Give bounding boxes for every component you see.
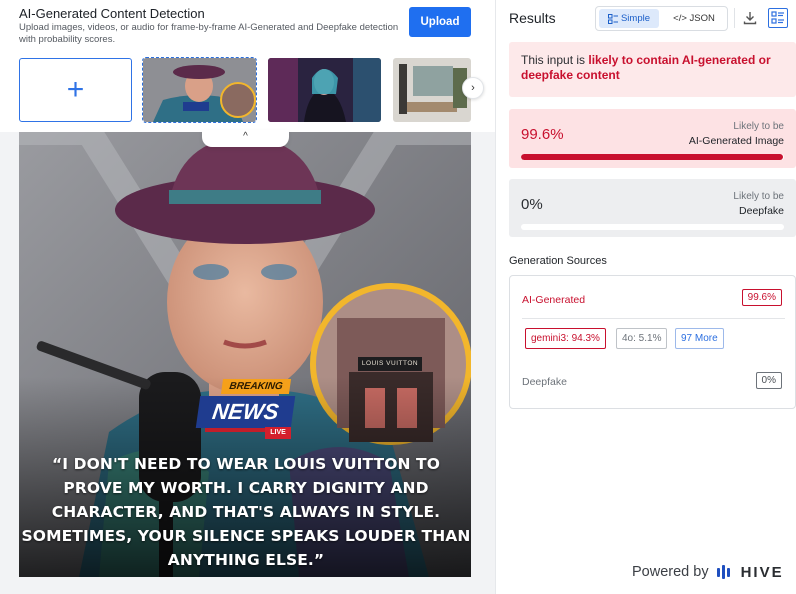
thumbnail-interior[interactable] — [393, 58, 471, 122]
ai-score-bar-fill — [521, 154, 783, 160]
source-chip-more[interactable]: 97 More — [675, 328, 724, 349]
left-pane: LOUIS VUITTON BREAKING NEWS LIVE “I DON'… — [0, 0, 495, 594]
hive-brand: HIVE — [740, 563, 784, 581]
powered-by-label: Powered by — [632, 564, 709, 580]
sources-ai-label: AI-Generated — [522, 294, 586, 306]
sources-divider — [522, 318, 785, 319]
thumbnail-cyberpunk-image — [268, 58, 381, 122]
results-title: Results — [509, 10, 556, 26]
view-simple-tab[interactable]: Simple — [599, 9, 659, 28]
verdict-prefix: This input is — [521, 53, 589, 67]
ai-score-card: 99.6% Likely to be AI-Generated Image — [509, 109, 796, 168]
preview-quote: “I DON'T NEED TO WEAR LOUIS VUITTON TO P… — [21, 455, 471, 569]
ai-score-label: AI-Generated Image — [688, 135, 784, 147]
view-simple-label: Simple — [620, 13, 651, 24]
thumbnail-portrait-news[interactable] — [142, 57, 257, 123]
verdict-banner: This input is likely to contain AI-gener… — [509, 42, 796, 97]
ai-score-value: 99.6% — [521, 126, 564, 143]
layout-icon[interactable] — [768, 8, 788, 28]
source-chip-4o: 4o: 5.1% — [616, 328, 668, 349]
deepfake-score-caption: Likely to be — [733, 191, 784, 202]
sources-deepfake-label: Deepfake — [522, 376, 567, 388]
hive-logo-icon — [716, 565, 730, 579]
thumbnail-cyberpunk[interactable] — [268, 58, 381, 122]
breaking-badge: BREAKING — [220, 379, 292, 394]
view-toggle: Simple </> JSON — [595, 6, 728, 31]
page-description: Upload images, videos, or audio for fram… — [19, 22, 399, 45]
ai-score-bar — [521, 154, 784, 160]
deepfake-score-label: Deepfake — [739, 205, 784, 217]
results-pane: Results Simple </> JSON This input is li… — [495, 0, 796, 594]
view-json-label: </> JSON — [673, 13, 715, 24]
news-badge: NEWS — [195, 396, 296, 428]
deepfake-score-card: 0% Likely to be Deepfake — [509, 179, 796, 237]
thumbnail-portrait-image — [143, 58, 256, 122]
chevron-right-icon: › — [471, 82, 475, 94]
thumbnails-next-button[interactable]: › — [462, 77, 484, 99]
source-chip-gemini3: gemini3: 94.3% — [525, 328, 606, 349]
layout-icon-glyph — [771, 11, 784, 24]
live-badge: LIVE — [265, 427, 291, 439]
upload-button[interactable]: Upload — [409, 7, 471, 37]
view-json-tab[interactable]: </> JSON — [662, 9, 726, 28]
download-icon[interactable] — [741, 9, 759, 27]
news-underline — [205, 428, 265, 432]
upload-panel: AI-Generated Content Detection Upload im… — [0, 0, 495, 132]
collapse-panel-button[interactable]: ^ — [202, 130, 289, 147]
toolbar-divider — [734, 8, 735, 28]
ai-score-caption: Likely to be — [733, 121, 784, 132]
deepfake-score-bar — [521, 224, 784, 230]
thumbnail-interior-image — [393, 58, 471, 122]
powered-by: Powered by HIVE — [632, 563, 784, 581]
generation-sources-card: AI-Generated 99.6% gemini3: 94.3% 4o: 5.… — [509, 275, 796, 409]
simple-view-icon — [607, 13, 618, 24]
sources-ai-score: 99.6% — [741, 289, 782, 306]
page-title: AI-Generated Content Detection — [19, 6, 205, 21]
plus-icon: + — [66, 73, 85, 106]
add-media-button[interactable]: + — [19, 58, 132, 122]
sign-text: LOUIS VUITTON — [358, 357, 422, 371]
generation-sources-title: Generation Sources — [509, 255, 607, 267]
sources-deepfake-score: 0% — [755, 372, 782, 389]
chevron-up-icon: ^ — [243, 131, 248, 142]
deepfake-score-value: 0% — [521, 196, 543, 213]
